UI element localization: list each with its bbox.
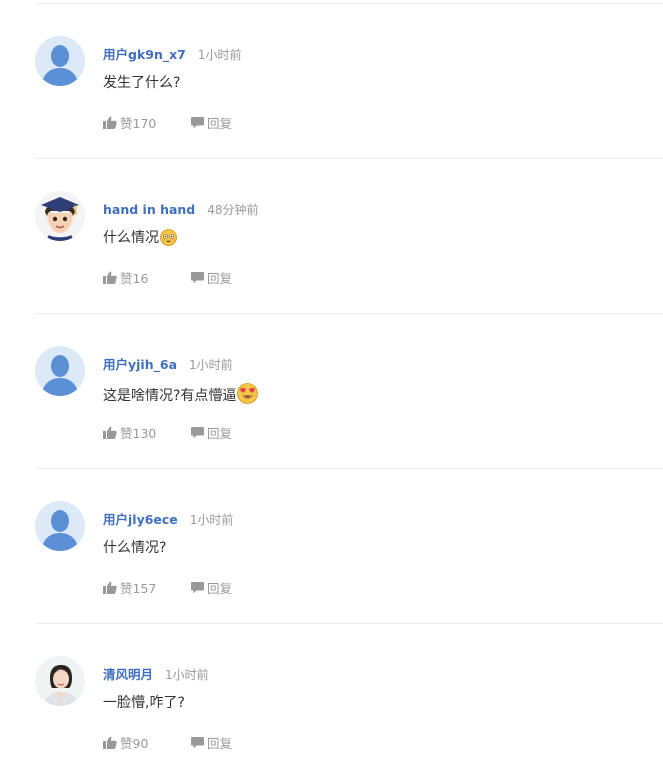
comment-text: 什么情况? bbox=[103, 538, 166, 558]
comment-bubble-icon bbox=[191, 736, 204, 748]
flushed-face-emoji-icon bbox=[160, 229, 177, 252]
comment-bubble-icon bbox=[191, 581, 204, 593]
graduate-cartoon-avatar-icon bbox=[35, 191, 85, 241]
default-avatar-icon bbox=[35, 36, 85, 86]
thumbs-up-icon bbox=[103, 116, 117, 129]
comment-text-body: 什么情况? bbox=[103, 540, 167, 556]
reply-button[interactable]: 回复 bbox=[191, 268, 232, 287]
like-button[interactable]: 赞16 bbox=[103, 268, 148, 287]
reply-label: 回复 bbox=[207, 736, 233, 751]
username-link[interactable]: hand in hand bbox=[103, 202, 195, 217]
comment-text-body: 这是啥情况?有点懵逼 bbox=[103, 388, 237, 404]
reply-label: 回复 bbox=[207, 426, 233, 441]
reply-label: 回复 bbox=[207, 271, 233, 286]
comment-text: 这是啥情况?有点懵逼 bbox=[103, 383, 259, 410]
heart-eyes-face-emoji-icon bbox=[237, 383, 259, 410]
avatar[interactable] bbox=[35, 656, 85, 706]
thumbs-up-icon bbox=[103, 271, 117, 284]
comment-bubble-icon bbox=[191, 116, 204, 128]
comment-text-body: 什么情况 bbox=[103, 230, 159, 246]
reply-button[interactable]: 回复 bbox=[191, 578, 232, 597]
avatar[interactable] bbox=[35, 501, 85, 551]
avatar[interactable] bbox=[35, 36, 85, 86]
like-count: 赞16 bbox=[120, 271, 149, 286]
thumbs-up-icon bbox=[103, 736, 117, 749]
timestamp: 1小时前 bbox=[197, 48, 242, 62]
comment-item: 清风明月 1小时前 一脸懵,咋了? 赞90 回复 bbox=[0, 624, 663, 779]
comment-meta: 用户yjih_6a 1小时前 bbox=[103, 354, 233, 372]
timestamp: 48分钟前 bbox=[207, 203, 259, 217]
comment-item: hand in hand 48分钟前 什么情况 赞16 回复 bbox=[0, 159, 663, 314]
like-button[interactable]: 赞157 bbox=[103, 578, 156, 597]
reply-button[interactable]: 回复 bbox=[191, 423, 232, 442]
username-link[interactable]: 用户jly6ece bbox=[103, 512, 178, 527]
reply-button[interactable]: 回复 bbox=[191, 733, 232, 752]
comment-item: 用户gk9n_x7 1小时前 发生了什么? 赞170 回复 bbox=[0, 4, 663, 159]
like-button[interactable]: 赞90 bbox=[103, 733, 148, 752]
reply-label: 回复 bbox=[207, 116, 233, 131]
username-link[interactable]: 用户gk9n_x7 bbox=[103, 47, 186, 62]
comment-item: 用户jly6ece 1小时前 什么情况? 赞157 回复 bbox=[0, 469, 663, 624]
reply-button[interactable]: 回复 bbox=[191, 113, 232, 132]
like-button[interactable]: 赞170 bbox=[103, 113, 156, 132]
username-link[interactable]: 用户yjih_6a bbox=[103, 357, 177, 372]
comment-meta: hand in hand 48分钟前 bbox=[103, 199, 259, 217]
comment-meta: 用户gk9n_x7 1小时前 bbox=[103, 44, 242, 62]
comment-text: 什么情况 bbox=[103, 228, 177, 252]
like-count: 赞130 bbox=[120, 426, 157, 441]
like-count: 赞157 bbox=[120, 581, 157, 596]
woman-photo-avatar-icon bbox=[35, 656, 85, 706]
thumbs-up-icon bbox=[103, 581, 117, 594]
avatar[interactable] bbox=[35, 346, 85, 396]
timestamp: 1小时前 bbox=[189, 513, 234, 527]
timestamp: 1小时前 bbox=[165, 668, 209, 682]
avatar[interactable] bbox=[35, 191, 85, 241]
reply-label: 回复 bbox=[207, 581, 233, 596]
comment-bubble-icon bbox=[191, 271, 204, 283]
thumbs-up-icon bbox=[103, 426, 117, 439]
timestamp: 1小时前 bbox=[189, 358, 233, 372]
username-link[interactable]: 清风明月 bbox=[103, 667, 153, 682]
comment-text-body: 发生了什么? bbox=[103, 75, 181, 91]
comment-text: 一脸懵,咋了? bbox=[103, 693, 185, 713]
comment-meta: 用户jly6ece 1小时前 bbox=[103, 509, 233, 527]
comment-item: 用户yjih_6a 1小时前 这是啥情况?有点懵逼 赞130 回复 bbox=[0, 314, 663, 469]
like-count: 赞170 bbox=[120, 116, 157, 131]
like-count: 赞90 bbox=[120, 736, 149, 751]
comment-bubble-icon bbox=[191, 426, 204, 438]
default-avatar-icon bbox=[35, 501, 85, 551]
default-avatar-icon bbox=[35, 346, 85, 396]
comment-text: 发生了什么? bbox=[103, 73, 180, 93]
comment-meta: 清风明月 1小时前 bbox=[103, 664, 209, 682]
comment-text-body: 一脸懵,咋了? bbox=[103, 695, 185, 711]
like-button[interactable]: 赞130 bbox=[103, 423, 156, 442]
